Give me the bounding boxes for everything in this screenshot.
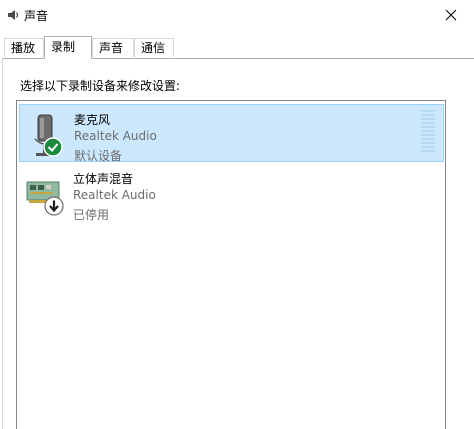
close-button[interactable] bbox=[428, 0, 474, 30]
tab-strip: 播放 录制 声音 通信 bbox=[0, 36, 474, 59]
speaker-icon bbox=[6, 8, 20, 22]
microphone-icon bbox=[26, 111, 66, 159]
sound-card-icon bbox=[25, 170, 65, 218]
device-name: 麦克风 bbox=[74, 113, 111, 127]
tab-playback[interactable]: 播放 bbox=[4, 38, 44, 57]
device-status: 默认设备 bbox=[74, 149, 123, 163]
device-microphone[interactable]: 麦克风 Realtek Audio 默认设备 bbox=[19, 104, 444, 163]
window-title: 声音 bbox=[24, 9, 49, 23]
device-list[interactable]: 麦克风 Realtek Audio 默认设备 立体声混音 Realtek Aud… bbox=[16, 100, 446, 429]
device-stereo-mix[interactable]: 立体声混音 Realtek Audio 已停用 bbox=[19, 164, 444, 222]
title-bar: 声音 bbox=[0, 0, 474, 30]
tab-recording[interactable]: 录制 bbox=[44, 36, 92, 59]
instruction-text: 选择以下录制设备来修改设置: bbox=[20, 79, 181, 93]
device-driver: Realtek Audio bbox=[74, 129, 157, 143]
disabled-arrow-icon bbox=[44, 196, 64, 216]
tab-sounds[interactable]: 声音 bbox=[92, 38, 134, 57]
level-meter bbox=[421, 110, 435, 156]
device-driver: Realtek Audio bbox=[73, 188, 156, 202]
default-check-icon bbox=[43, 137, 63, 157]
device-status: 已停用 bbox=[73, 208, 110, 222]
device-name: 立体声混音 bbox=[73, 172, 134, 186]
close-icon bbox=[445, 9, 457, 21]
tab-communications[interactable]: 通信 bbox=[134, 38, 174, 57]
